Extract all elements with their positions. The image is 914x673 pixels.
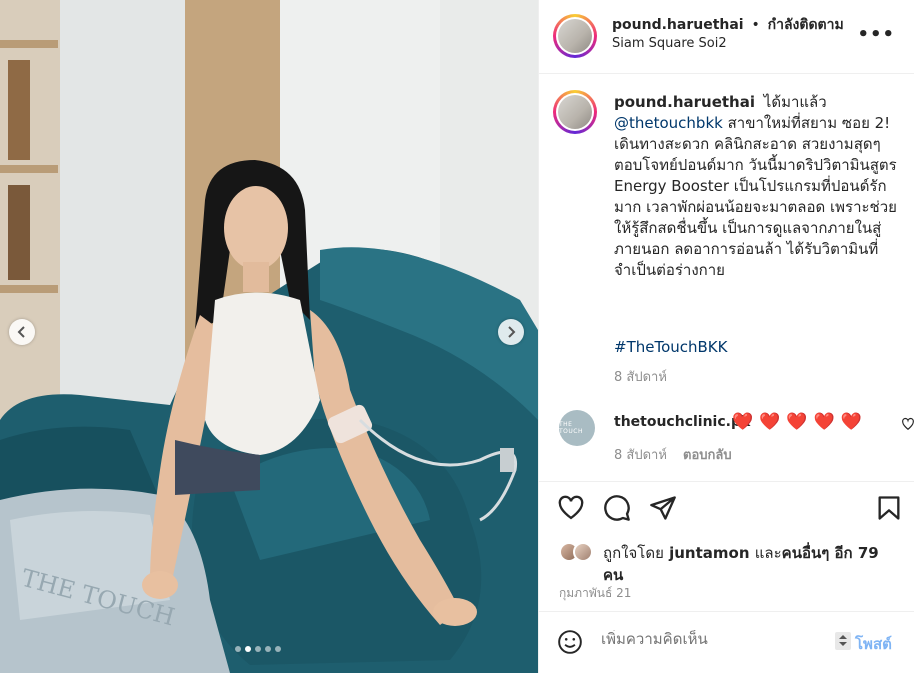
- comment-input[interactable]: [601, 630, 831, 648]
- author-username[interactable]: pound.haruethai: [612, 17, 744, 33]
- add-comment-bar: โพสต์: [539, 611, 914, 673]
- post-location[interactable]: Siam Square Soi2: [612, 36, 727, 51]
- post-panel: pound.haruethai • กำลังติดตาม Siam Squar…: [538, 0, 914, 673]
- commenter-avatar-text: THE TOUCH: [559, 421, 583, 435]
- caption-text: pound.haruethai ได้มาแล้ว @thetouchbkk ส…: [614, 92, 906, 281]
- likers-avatars[interactable]: [559, 542, 593, 562]
- bookmark-icon[interactable]: [875, 494, 903, 522]
- comment-like-icon[interactable]: [901, 417, 914, 431]
- following-button[interactable]: กำลังติดตาม: [768, 17, 844, 33]
- caption-text-after: สาขาใหม่ที่สยาม ซอย 2! เดินทางสะดวก คลิน…: [614, 114, 897, 279]
- comment-time: 8 สัปดาห์: [614, 448, 667, 463]
- photo-scene: THE TOUCH: [0, 0, 538, 673]
- likes-summary[interactable]: ถูกใจโดย juntamon และคนอื่นๆ อีก 79 คน: [603, 542, 893, 586]
- hashtag-link[interactable]: #TheTouchBKK: [614, 338, 727, 356]
- carousel-dots: [235, 646, 281, 652]
- chevron-right-icon: [508, 326, 516, 338]
- carousel-prev-button[interactable]: [9, 319, 35, 345]
- liker-username[interactable]: juntamon: [669, 544, 749, 562]
- carousel-dot: [265, 646, 271, 652]
- post-header: pound.haruethai • กำลังติดตาม Siam Squar…: [539, 0, 914, 74]
- heart-outline-icon[interactable]: [557, 494, 585, 522]
- carousel-next-button[interactable]: [498, 319, 524, 345]
- comment-bubble-icon[interactable]: [603, 494, 631, 522]
- post-comment-button[interactable]: โพสต์: [855, 632, 892, 656]
- caption-time: 8 สัปดาห์: [614, 370, 667, 385]
- commenter-username[interactable]: thetouchclinic.pk: [614, 414, 750, 430]
- more-options-button[interactable]: •••: [857, 24, 895, 45]
- liker-avatar: [573, 542, 593, 562]
- caption-avatar[interactable]: [553, 90, 597, 134]
- author-avatar[interactable]: [553, 14, 597, 58]
- carousel-dot: [275, 646, 281, 652]
- carousel-dot: [245, 646, 251, 652]
- commenter-avatar[interactable]: THE TOUCH: [559, 410, 595, 446]
- reply-button[interactable]: ตอบกลับ: [683, 448, 732, 463]
- post-photo[interactable]: THE TOUCH: [0, 0, 538, 673]
- carousel-dot: [235, 646, 241, 652]
- carousel-dot: [255, 646, 261, 652]
- action-bar: ถูกใจโดย juntamon และคนอื่นๆ อีก 79 คน ก…: [539, 481, 914, 600]
- likes-prefix: ถูกใจโดย: [603, 544, 664, 562]
- post-date[interactable]: กุมภาพันธ์ 21: [559, 584, 631, 603]
- paper-plane-icon[interactable]: [649, 494, 677, 522]
- likes-middle: และ: [754, 544, 782, 562]
- caption-mention-link[interactable]: @thetouchbkk: [614, 114, 723, 132]
- comment-text: ❤️❤️❤️❤️❤️: [732, 412, 868, 432]
- chevron-left-icon: [17, 326, 25, 338]
- scroll-arrows-icon[interactable]: [835, 632, 851, 650]
- caption-username[interactable]: pound.haruethai: [614, 93, 755, 111]
- emoji-icon[interactable]: [557, 629, 583, 655]
- caption-text-before: ได้มาแล้ว: [763, 93, 827, 111]
- follow-separator: •: [751, 17, 760, 33]
